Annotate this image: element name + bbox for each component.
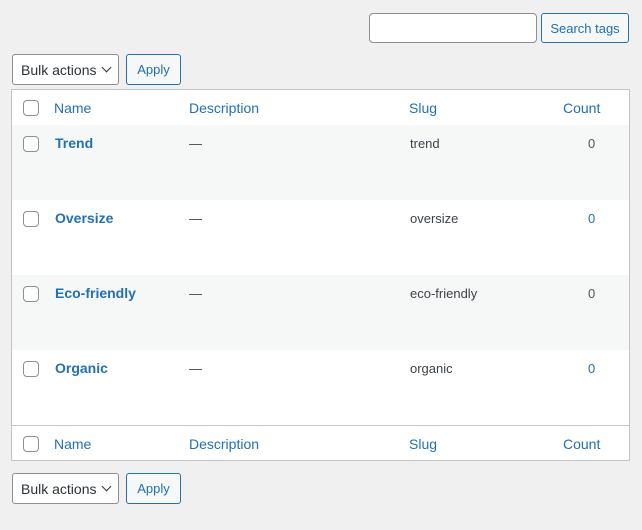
table-row: Eco-friendly — eco-friendly 0 — [12, 275, 629, 350]
column-description-footer[interactable]: Description — [189, 436, 259, 452]
row-checkbox[interactable] — [23, 211, 39, 227]
column-slug-footer[interactable]: Slug — [409, 436, 437, 452]
table-footer: Name Description Slug Count — [12, 425, 629, 461]
search-tags-input[interactable] — [369, 13, 537, 43]
bulk-actions-select[interactable]: Bulk actions — [12, 54, 119, 85]
bulk-actions-select-bottom[interactable]: Bulk actions — [12, 473, 119, 504]
column-description[interactable]: Description — [189, 100, 259, 116]
tag-description: — — [189, 136, 202, 151]
tag-count-link[interactable]: 0 — [588, 211, 595, 226]
apply-button-bottom[interactable]: Apply — [126, 473, 181, 504]
tag-name-link[interactable]: Organic — [55, 360, 108, 376]
chevron-down-icon — [102, 481, 112, 492]
tag-description: — — [189, 361, 202, 376]
tag-count-link[interactable]: 0 — [588, 361, 595, 376]
row-checkbox[interactable] — [23, 361, 39, 377]
table-row: Organic — organic 0 — [12, 350, 629, 425]
tag-name-link[interactable]: Eco-friendly — [55, 285, 136, 301]
column-count[interactable]: Count — [563, 100, 600, 116]
tag-slug: oversize — [410, 211, 459, 226]
tags-table: Name Description Slug Count Trend — tren… — [11, 89, 630, 461]
apply-button[interactable]: Apply — [126, 54, 181, 85]
bulk-actions-label: Bulk actions — [21, 480, 97, 497]
tag-count-link[interactable]: 0 — [588, 136, 595, 151]
tag-slug: trend — [410, 136, 440, 151]
column-name[interactable]: Name — [54, 100, 91, 116]
bulk-actions-label: Bulk actions — [21, 61, 97, 78]
tag-description: — — [189, 211, 202, 226]
tag-description: — — [189, 286, 202, 301]
table-row: Oversize — oversize 0 — [12, 200, 629, 275]
tag-name-link[interactable]: Oversize — [55, 210, 113, 226]
chevron-down-icon — [102, 62, 112, 73]
select-all-checkbox[interactable] — [23, 100, 39, 116]
table-row: Trend — trend 0 — [12, 125, 629, 200]
row-checkbox[interactable] — [23, 136, 39, 152]
tag-count-link[interactable]: 0 — [588, 286, 595, 301]
tag-slug: organic — [410, 361, 453, 376]
tag-name-link[interactable]: Trend — [55, 135, 93, 151]
column-name-footer[interactable]: Name — [54, 436, 91, 452]
select-all-checkbox-footer[interactable] — [23, 436, 39, 452]
column-slug[interactable]: Slug — [409, 100, 437, 116]
column-count-footer[interactable]: Count — [563, 436, 600, 452]
row-checkbox[interactable] — [23, 286, 39, 302]
tag-slug: eco-friendly — [410, 286, 478, 301]
table-header: Name Description Slug Count — [12, 90, 629, 126]
search-tags-button[interactable]: Search tags — [541, 13, 629, 43]
